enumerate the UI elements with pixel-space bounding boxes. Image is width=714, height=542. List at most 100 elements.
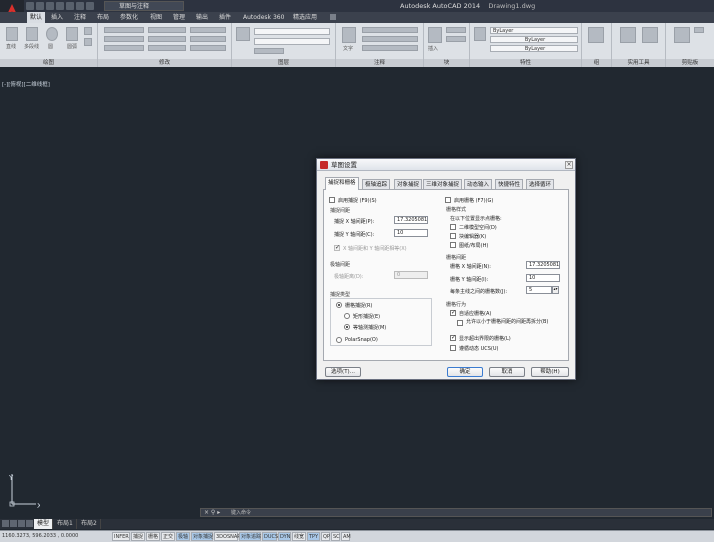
circle-icon[interactable]	[46, 27, 58, 41]
tab-output[interactable]: 输出	[193, 12, 211, 23]
tab-plugins[interactable]: 插件	[216, 12, 234, 23]
status-toggle-infer[interactable]: INFER	[112, 532, 130, 541]
modify-panel-label[interactable]: 修改	[98, 59, 231, 67]
status-toggle-3dosnap[interactable]: 3DOSNAP	[214, 532, 240, 541]
stretch-tool-icon[interactable]	[104, 45, 144, 51]
snap-x-input[interactable]: 17.3205081	[394, 216, 428, 224]
plot-icon[interactable]	[66, 2, 74, 10]
prev-tab-icon[interactable]	[10, 520, 17, 527]
status-toggle-对象捕捉[interactable]: 对象捕捉	[191, 532, 213, 541]
linetype-combo[interactable]: ByLayer	[490, 36, 578, 43]
command-line[interactable]: × ⚲ ▸ 键入命令	[200, 508, 712, 517]
open-icon[interactable]	[36, 2, 44, 10]
layers-panel-label[interactable]: 图层	[232, 59, 335, 67]
text-icon[interactable]	[342, 27, 356, 43]
tab-autodesk-360[interactable]: Autodesk 360	[240, 12, 287, 23]
table-icon[interactable]	[362, 45, 418, 51]
hatch-icon[interactable]	[84, 38, 92, 46]
grid-block-checkbox[interactable]	[450, 233, 456, 239]
major-lines-spinner[interactable]: ▴▾	[552, 286, 559, 294]
grid-on-checkbox[interactable]	[445, 197, 451, 203]
rotate-tool-icon[interactable]	[148, 27, 186, 33]
paste-icon[interactable]	[674, 27, 690, 43]
measure-icon[interactable]	[620, 27, 636, 43]
status-toggle-ducs[interactable]: DUCS	[262, 532, 278, 541]
arc-icon[interactable]	[66, 27, 78, 41]
calculator-icon[interactable]	[642, 27, 658, 43]
tab-parametric[interactable]: 参数化	[117, 12, 141, 23]
status-toggle-qp[interactable]: QP	[321, 532, 330, 541]
major-lines-input[interactable]: 5	[526, 286, 552, 294]
mirror-tool-icon[interactable]	[148, 36, 186, 42]
scale-tool-icon[interactable]	[148, 45, 186, 51]
layer-state-combo[interactable]	[254, 28, 330, 35]
tab-layout1[interactable]: 布局1	[54, 519, 77, 529]
beyond-limits-checkbox[interactable]	[450, 334, 456, 341]
tab-quick-properties[interactable]: 快捷特性	[495, 179, 524, 189]
close-icon[interactable]: × ⚲ ▸	[204, 509, 220, 517]
tab-model[interactable]: 模型	[34, 519, 54, 529]
status-toggle-极轴[interactable]: 极轴	[176, 532, 190, 541]
cancel-button[interactable]: 取消	[489, 367, 525, 377]
grid-sheet-checkbox[interactable]	[450, 242, 456, 248]
utilities-panel-label[interactable]: 实用工具	[612, 59, 665, 67]
saveas-icon[interactable]	[56, 2, 64, 10]
edit-block-icon[interactable]	[446, 36, 466, 42]
first-tab-icon[interactable]	[2, 520, 9, 527]
grid-y-input[interactable]: 10	[526, 274, 560, 282]
follow-ucs-checkbox[interactable]	[450, 345, 456, 351]
help-button[interactable]: 帮助(H)	[531, 367, 569, 377]
next-tab-icon[interactable]	[18, 520, 25, 527]
last-tab-icon[interactable]	[26, 520, 33, 527]
copy-tool-icon[interactable]	[104, 36, 144, 42]
tab-dynamic-input[interactable]: 动态输入	[464, 179, 493, 189]
create-block-icon[interactable]	[446, 27, 466, 33]
status-toggle-栅格[interactable]: 栅格	[146, 532, 160, 541]
tab-polar-tracking[interactable]: 极轴追踪	[362, 179, 391, 189]
lineweight-combo[interactable]: ByLayer	[490, 45, 578, 52]
status-toggle-捕捉[interactable]: 捕捉	[131, 532, 145, 541]
tab-annotate[interactable]: 注释	[71, 12, 89, 23]
tab-layout2[interactable]: 布局2	[78, 519, 101, 529]
ribbon-minimize-icon[interactable]	[330, 14, 336, 20]
status-toggle-线宽[interactable]: 线宽	[292, 532, 306, 541]
array-tool-icon[interactable]	[190, 45, 226, 51]
layer-properties-icon[interactable]	[236, 27, 250, 41]
draw-panel-label[interactable]: 绘图	[0, 59, 97, 67]
fillet-tool-icon[interactable]	[190, 36, 226, 42]
status-toggle-sc[interactable]: SC	[331, 532, 340, 541]
undo-icon[interactable]	[76, 2, 84, 10]
group-icon[interactable]	[588, 27, 604, 43]
annotation-panel-label[interactable]: 注释	[336, 59, 423, 67]
save-icon[interactable]	[46, 2, 54, 10]
options-button[interactable]: 选项(T)...	[325, 367, 361, 377]
ok-button[interactable]: 确定	[447, 367, 483, 377]
redo-icon[interactable]	[86, 2, 94, 10]
grid-snap-radio[interactable]	[336, 302, 342, 308]
tab-home[interactable]: 默认	[27, 12, 46, 23]
leader-icon[interactable]	[362, 36, 418, 42]
status-toggle-对象追踪[interactable]: 对象追踪	[239, 532, 261, 541]
block-panel-label[interactable]: 块	[424, 59, 469, 67]
command-input[interactable]: 键入命令	[231, 509, 251, 517]
tab-view[interactable]: 视图	[147, 12, 165, 23]
match-properties-icon[interactable]	[474, 27, 486, 41]
rectangle-icon[interactable]	[84, 27, 92, 35]
layer-combo[interactable]	[254, 38, 330, 45]
grid-x-input[interactable]: 17.3205081	[526, 261, 560, 269]
viewport-controls[interactable]: [-][俯视][二维线框]	[2, 80, 50, 88]
color-combo[interactable]: ByLayer	[490, 27, 578, 34]
trim-tool-icon[interactable]	[190, 27, 226, 33]
move-tool-icon[interactable]	[104, 27, 144, 33]
clipboard-panel-label[interactable]: 剪贴板	[666, 59, 714, 67]
new-icon[interactable]	[26, 2, 34, 10]
copy-clip-icon[interactable]	[694, 27, 704, 33]
group-panel-label[interactable]: 组	[582, 59, 611, 67]
status-toggle-dyn[interactable]: DYN	[278, 532, 291, 541]
line-icon[interactable]	[6, 27, 18, 41]
layer-tools-icon[interactable]	[254, 48, 284, 54]
status-toggle-正交[interactable]: 正交	[161, 532, 175, 541]
properties-panel-label[interactable]: 特性	[470, 59, 581, 67]
polar-snap-radio[interactable]	[336, 337, 342, 343]
iso-snap-radio[interactable]	[344, 324, 350, 330]
